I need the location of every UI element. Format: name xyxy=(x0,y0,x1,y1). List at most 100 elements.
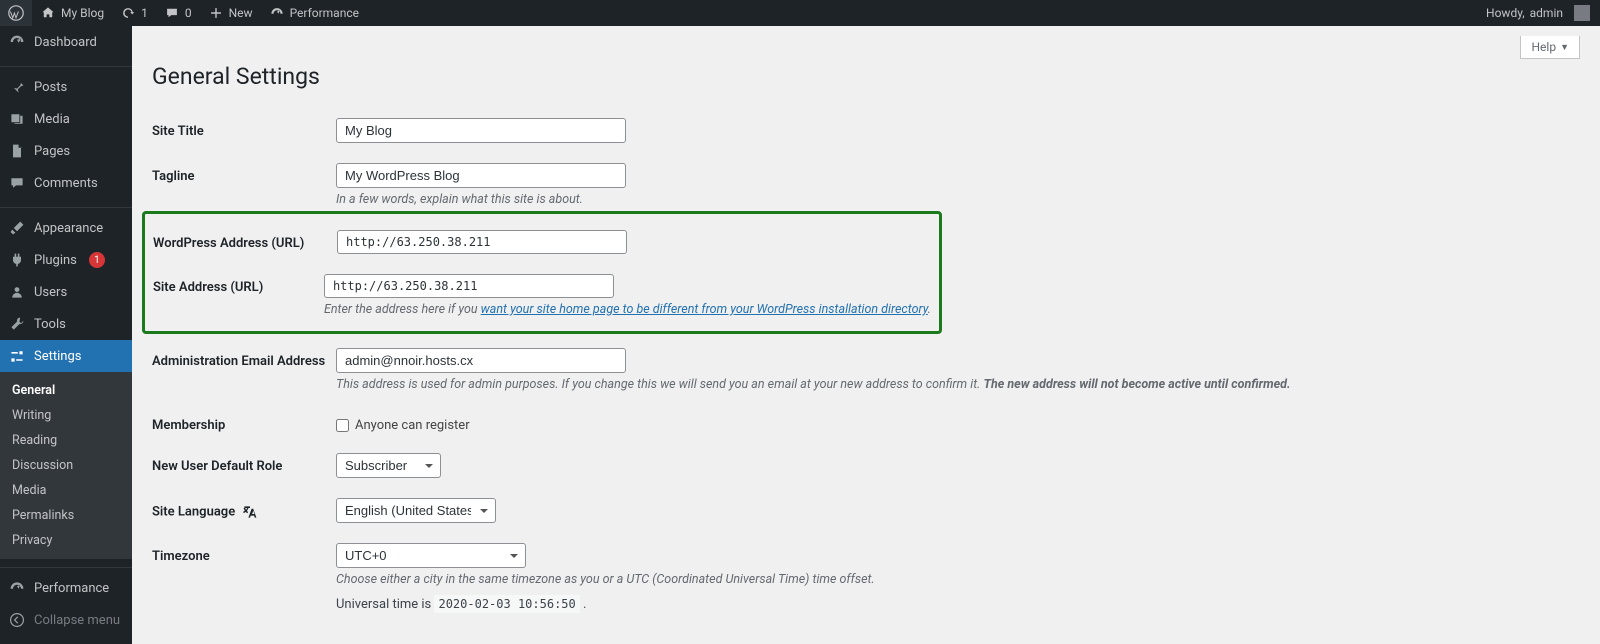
settings-submenu: General Writing Reading Discussion Media… xyxy=(0,372,132,559)
performance-label: Performance xyxy=(290,6,359,20)
menu-comments[interactable]: Comments xyxy=(0,167,132,199)
menu-plugins[interactable]: Plugins 1 xyxy=(0,244,132,276)
label-default-role: New User Default Role xyxy=(152,453,336,474)
row-tagline: Tagline In a few words, explain what thi… xyxy=(152,153,1580,211)
submenu-discussion[interactable]: Discussion xyxy=(0,453,132,478)
performance-link[interactable]: Performance xyxy=(261,0,367,26)
account-link[interactable]: Howdy, admin xyxy=(1478,0,1600,26)
menu-separator xyxy=(0,62,132,67)
input-site-title[interactable] xyxy=(336,118,626,143)
desc-site-url-suffix: . xyxy=(928,302,931,317)
updates-icon xyxy=(120,5,136,21)
label-membership: Membership xyxy=(152,412,336,433)
desc-site-url-prefix: Enter the address here if you xyxy=(324,302,481,317)
label-site-url: Site Address (URL) xyxy=(153,274,324,295)
desc-site-url: Enter the address here if you want your … xyxy=(324,302,931,317)
select-timezone[interactable]: UTC+0 xyxy=(336,543,526,568)
universal-prefix: Universal time is xyxy=(336,597,434,612)
row-site-title: Site Title xyxy=(152,108,1580,153)
menu-appearance[interactable]: Appearance xyxy=(0,212,132,244)
comments-count: 0 xyxy=(185,6,192,20)
menu-separator xyxy=(0,203,132,208)
universal-time-row: Universal time is 2020-02-03 10:56:50 . xyxy=(336,597,875,612)
collapse-icon xyxy=(8,611,26,629)
howdy-prefix: Howdy, xyxy=(1486,6,1525,20)
menu-posts-label: Posts xyxy=(34,80,67,95)
home-icon xyxy=(40,5,56,21)
submenu-reading[interactable]: Reading xyxy=(0,428,132,453)
menu-appearance-label: Appearance xyxy=(34,221,103,236)
gauge-icon xyxy=(269,5,285,21)
pages-icon xyxy=(8,142,26,160)
label-admin-email: Administration Email Address xyxy=(152,348,336,369)
desc-site-url-link[interactable]: want your site home page to be different… xyxy=(481,302,928,317)
updates-count: 1 xyxy=(141,6,148,20)
menu-tools[interactable]: Tools xyxy=(0,308,132,340)
input-site-url[interactable] xyxy=(324,274,614,298)
menu-users[interactable]: Users xyxy=(0,276,132,308)
site-link[interactable]: My Blog xyxy=(32,0,112,26)
plugins-update-badge: 1 xyxy=(89,252,105,268)
menu-pages[interactable]: Pages xyxy=(0,135,132,167)
plus-icon xyxy=(208,5,224,21)
menu-tools-label: Tools xyxy=(34,317,66,332)
menu-performance[interactable]: Performance xyxy=(0,572,132,604)
input-wp-url[interactable] xyxy=(337,230,627,254)
menu-dashboard[interactable]: Dashboard xyxy=(0,26,132,58)
checkbox-membership[interactable] xyxy=(336,419,349,432)
menu-comments-label: Comments xyxy=(34,176,98,191)
menu-posts[interactable]: Posts xyxy=(0,71,132,103)
menu-dashboard-label: Dashboard xyxy=(34,35,97,50)
row-default-role: New User Default Role Subscriber xyxy=(152,443,1580,488)
label-wp-url: WordPress Address (URL) xyxy=(153,230,337,251)
user-name: admin xyxy=(1530,6,1563,20)
universal-suffix: . xyxy=(583,597,586,612)
wordpress-logo[interactable] xyxy=(0,0,32,26)
label-language-text: Site Language xyxy=(152,504,235,519)
comments-link[interactable]: 0 xyxy=(156,0,200,26)
menu-settings-label: Settings xyxy=(34,349,81,364)
checkbox-membership-label: Anyone can register xyxy=(355,418,470,433)
row-wp-url: WordPress Address (URL) xyxy=(153,220,931,264)
help-label: Help xyxy=(1531,40,1556,54)
select-default-role[interactable]: Subscriber xyxy=(336,453,441,478)
wrench-icon xyxy=(8,315,26,333)
sliders-icon xyxy=(8,347,26,365)
submenu-permalinks[interactable]: Permalinks xyxy=(0,503,132,528)
row-timezone: Timezone UTC+0 Choose either a city in t… xyxy=(152,533,1580,616)
admin-bar: My Blog 1 0 New Performance xyxy=(0,0,1600,26)
menu-plugins-label: Plugins xyxy=(34,253,77,268)
updates-link[interactable]: 1 xyxy=(112,0,156,26)
input-tagline[interactable] xyxy=(336,163,626,188)
translation-icon xyxy=(242,504,258,520)
menu-separator xyxy=(0,563,132,568)
user-icon xyxy=(8,283,26,301)
desc-timezone: Choose either a city in the same timezon… xyxy=(336,572,875,587)
submenu-privacy[interactable]: Privacy xyxy=(0,528,132,553)
wordpress-icon xyxy=(8,5,24,21)
label-tagline: Tagline xyxy=(152,163,336,184)
pin-icon xyxy=(8,78,26,96)
menu-settings[interactable]: Settings xyxy=(0,340,132,372)
new-label: New xyxy=(229,6,253,20)
chevron-down-icon: ▼ xyxy=(1560,42,1569,53)
row-site-url: Site Address (URL) Enter the address her… xyxy=(153,264,931,321)
submenu-media[interactable]: Media xyxy=(0,478,132,503)
submenu-general[interactable]: General xyxy=(0,378,132,403)
universal-time-value: 2020-02-03 10:56:50 xyxy=(434,595,579,613)
collapse-menu[interactable]: Collapse menu xyxy=(0,604,132,636)
submenu-writing[interactable]: Writing xyxy=(0,403,132,428)
menu-performance-label: Performance xyxy=(34,581,109,596)
help-tab[interactable]: Help ▼ xyxy=(1520,36,1580,59)
menu-media[interactable]: Media xyxy=(0,103,132,135)
row-membership: Membership Anyone can register xyxy=(152,402,1580,443)
page-title: General Settings xyxy=(152,63,1580,90)
collapse-label: Collapse menu xyxy=(34,613,120,628)
comments-icon xyxy=(164,5,180,21)
menu-media-label: Media xyxy=(34,112,70,127)
new-link[interactable]: New xyxy=(200,0,261,26)
admin-sidebar: Dashboard Posts Media Pages Comments App… xyxy=(0,26,132,644)
gauge-icon xyxy=(8,579,26,597)
select-language[interactable]: English (United States) xyxy=(336,498,496,523)
input-admin-email[interactable] xyxy=(336,348,626,373)
